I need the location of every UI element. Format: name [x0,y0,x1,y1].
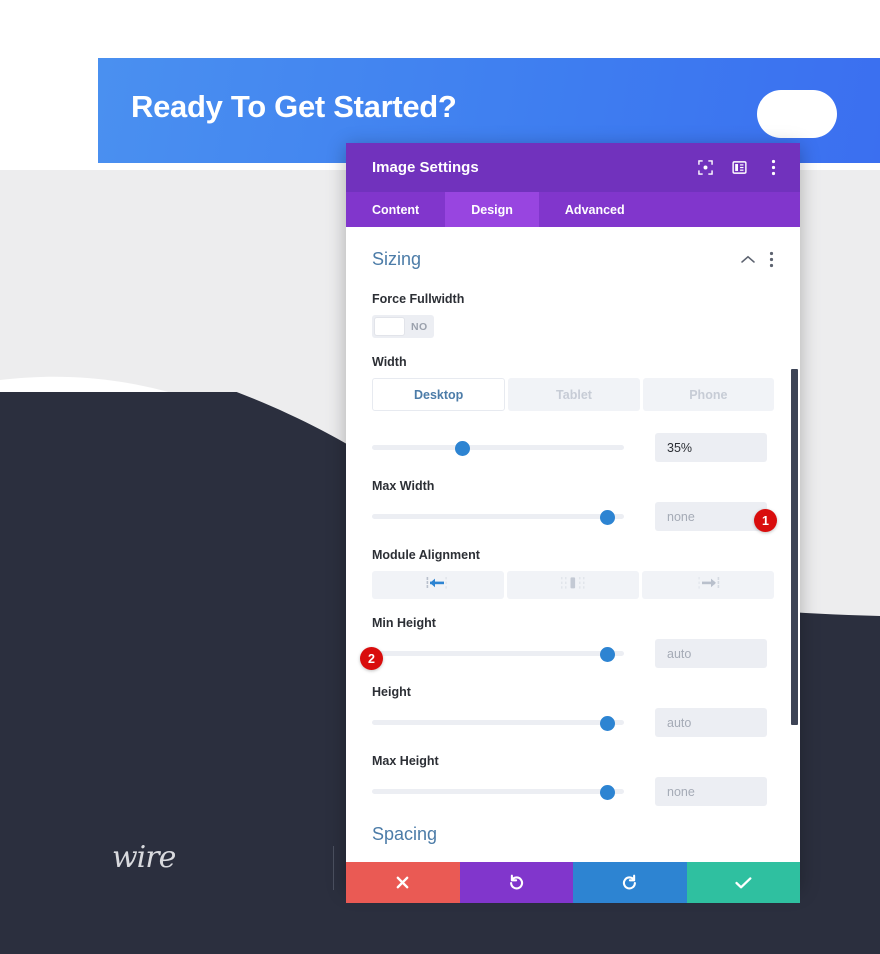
device-tab-desktop[interactable]: Desktop [372,378,506,411]
max-width-slider-row: none [372,502,774,531]
panel-layout-icon[interactable] [730,159,748,177]
slider-handle[interactable] [599,646,615,662]
toggle-knob [374,317,405,336]
max-height-label: Max Height [372,754,439,768]
modal-tab-bar: Content Design Advanced [346,192,800,227]
annotation-badge-1: 1 [754,509,777,532]
save-button[interactable] [686,862,800,903]
undo-button[interactable] [459,862,573,903]
slider-track [372,651,624,656]
height-slider[interactable] [372,712,624,734]
section-tools [741,251,774,268]
max-height-slider[interactable] [372,781,624,803]
width-slider[interactable] [372,437,624,459]
fullscreen-icon[interactable] [696,159,714,177]
hero-title: Ready To Get Started? [131,89,457,124]
max-width-slider[interactable] [372,506,624,528]
modal-header-icons [696,159,782,177]
module-alignment-buttons [372,571,774,599]
section-header-sizing: Sizing [372,249,774,270]
height-value-input[interactable]: auto [655,708,767,737]
slider-handle[interactable] [454,440,470,456]
redo-icon [621,874,638,891]
align-right-icon [696,576,720,595]
field-force-fullwidth: Force Fullwidth NO [372,292,774,338]
cancel-button[interactable] [346,862,460,903]
modal-footer [346,862,800,903]
max-width-label: Max Width [372,479,435,493]
section-header-spacing[interactable]: Spacing [372,824,774,845]
tab-design[interactable]: Design [445,192,539,227]
modal-body: Sizing Force Fullwidth NO Width Desktop … [346,227,800,862]
align-left-button[interactable] [372,571,504,599]
height-slider-row: auto [372,708,774,737]
min-height-slider[interactable] [372,643,624,665]
align-left-icon [426,576,450,595]
slider-track [372,720,624,725]
force-fullwidth-label: Force Fullwidth [372,292,465,306]
device-tab-tablet[interactable]: Tablet [508,378,640,411]
max-height-value-input[interactable]: none [655,777,767,806]
height-label: Height [372,685,411,699]
hero-cta-pill[interactable] [757,90,837,138]
width-label: Width [372,355,407,369]
tab-advanced[interactable]: Advanced [539,192,651,227]
device-tab-phone[interactable]: Phone [642,378,774,411]
slider-handle[interactable] [599,509,615,525]
width-slider-row: 35% [372,433,774,462]
field-max-width: Max Width none [372,479,774,531]
field-min-height: Min Height auto [372,616,774,668]
site-logo: wire [112,840,176,875]
field-module-alignment: Module Alignment [372,548,774,599]
align-right-button[interactable] [642,571,774,599]
slider-track [372,514,624,519]
min-height-label: Min Height [372,616,436,630]
image-settings-modal: Image Settings Content Design Advanced S… [346,143,800,903]
width-value-input[interactable]: 35% [655,433,767,462]
toggle-value: NO [411,320,428,333]
close-icon [395,875,410,890]
min-height-slider-row: auto [372,639,774,668]
slider-handle[interactable] [599,784,615,800]
undo-icon [508,874,525,891]
section-title: Sizing [372,249,422,269]
force-fullwidth-toggle[interactable]: NO [372,315,434,338]
modal-title: Image Settings [372,159,479,176]
width-device-tabs: Desktop Tablet Phone [372,378,774,411]
footer-divider [333,846,334,890]
check-icon [735,876,752,890]
slider-track [372,789,624,794]
max-height-slider-row: none [372,777,774,806]
field-max-height: Max Height none [372,754,774,806]
max-width-value-input[interactable]: none [655,502,767,531]
slider-track [372,445,624,450]
more-options-icon[interactable] [764,159,782,177]
field-width: Width Desktop Tablet Phone 35% [372,355,774,462]
modal-header: Image Settings [346,143,800,192]
redo-button[interactable] [573,862,687,903]
align-center-button[interactable] [507,571,639,599]
tab-content[interactable]: Content [346,192,445,227]
min-height-value-input[interactable]: auto [655,639,767,668]
align-center-icon [560,576,586,595]
chevron-up-icon[interactable] [741,255,755,264]
field-height: Height auto [372,685,774,737]
modal-scrollbar-thumb[interactable] [791,369,798,725]
annotation-badge-2: 2 [360,647,383,670]
section-more-options-icon[interactable] [769,251,774,268]
module-alignment-label: Module Alignment [372,548,480,562]
slider-handle[interactable] [599,715,615,731]
